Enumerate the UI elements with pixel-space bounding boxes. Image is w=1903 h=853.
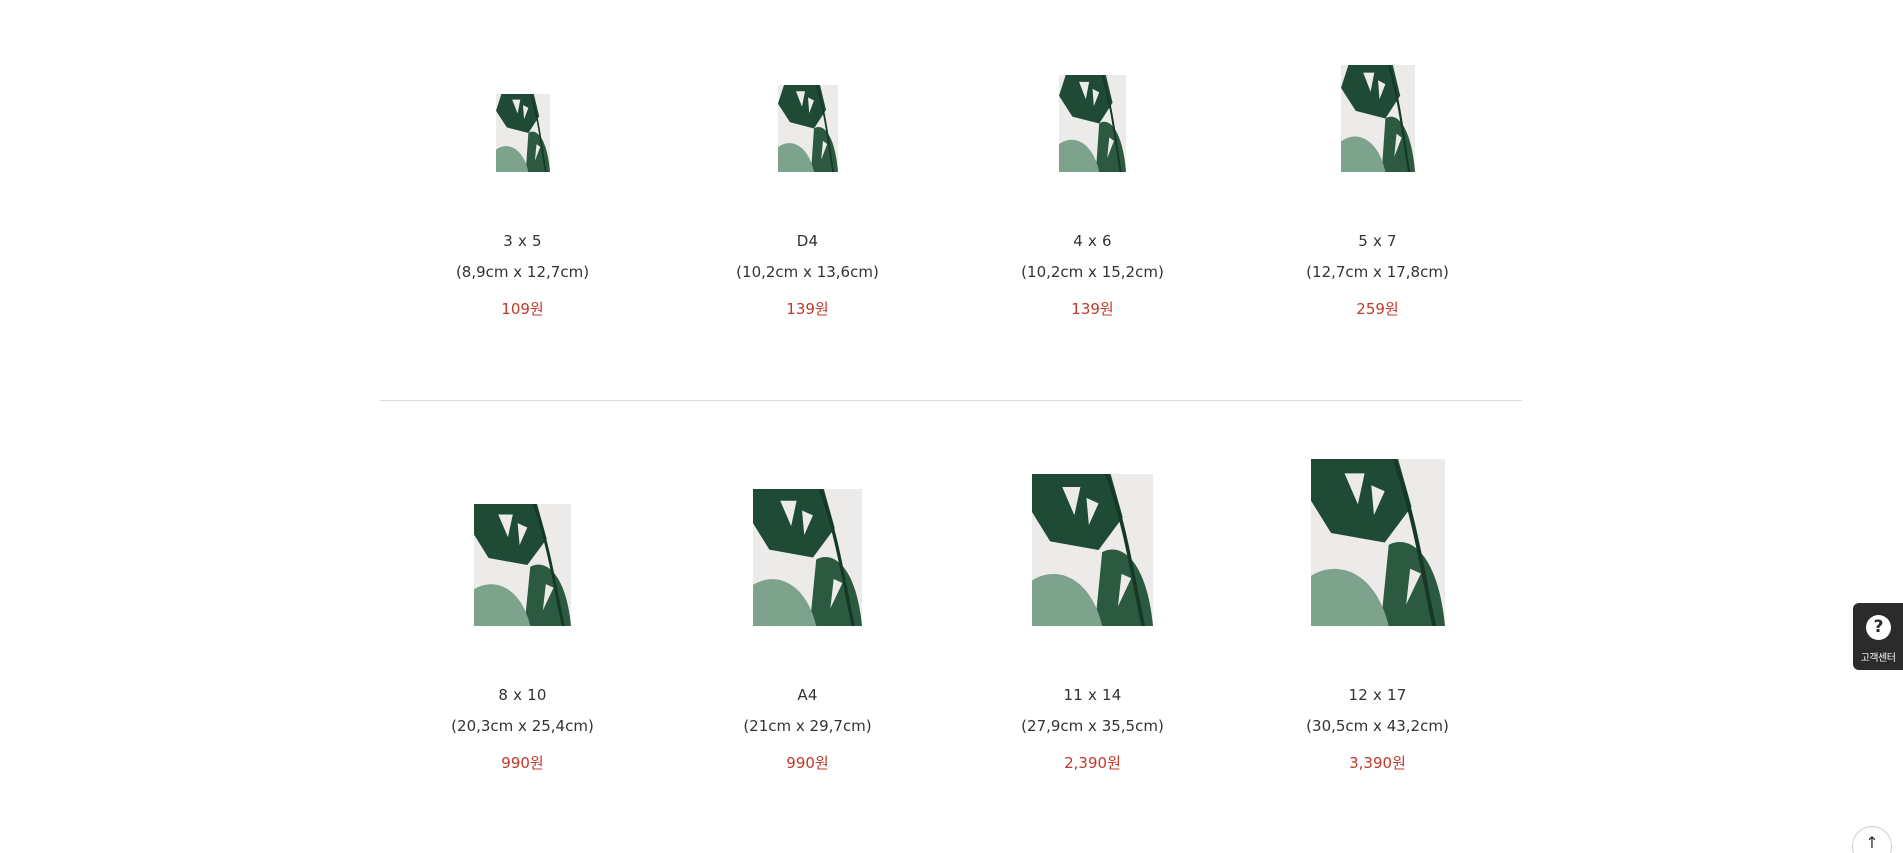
monstera-leaf-image <box>474 504 571 626</box>
product-card[interactable]: A4 (21cm x 29,7cm) 990원 <box>665 400 950 853</box>
size-name: D4 <box>796 232 819 250</box>
monstera-leaf-image <box>777 85 838 172</box>
price: 990원 <box>501 754 544 772</box>
size-name: 3 x 5 <box>503 232 542 250</box>
product-thumbnail[interactable] <box>777 85 838 172</box>
monstera-leaf-image <box>753 489 862 626</box>
size-name: 11 x 14 <box>1063 686 1122 704</box>
print-size-row-1: 3 x 5 (8,9cm x 12,7cm) 109원 D4 (10,2cm x… <box>380 0 1522 400</box>
size-name: 12 x 17 <box>1348 686 1407 704</box>
product-card[interactable]: 8 x 10 (20,3cm x 25,4cm) 990원 <box>380 400 665 853</box>
product-thumbnail[interactable] <box>1340 65 1415 172</box>
size-name: A4 <box>797 686 818 704</box>
thumb-wrap <box>950 0 1235 172</box>
monstera-leaf-image <box>1340 65 1415 172</box>
size-dimensions: (12,7cm x 17,8cm) <box>1306 263 1449 281</box>
size-dimensions: (8,9cm x 12,7cm) <box>455 263 590 281</box>
thumb-wrap <box>380 0 665 172</box>
price: 139원 <box>1071 300 1114 318</box>
thumb-wrap <box>1235 0 1520 172</box>
size-dimensions: (10,2cm x 15,2cm) <box>1021 263 1164 281</box>
product-card[interactable]: 3 x 5 (8,9cm x 12,7cm) 109원 <box>380 0 665 400</box>
price: 2,390원 <box>1064 754 1121 772</box>
product-thumbnail[interactable] <box>1310 459 1445 626</box>
product-card[interactable]: 5 x 7 (12,7cm x 17,8cm) 259원 <box>1235 0 1520 400</box>
product-card[interactable]: 12 x 17 (30,5cm x 43,2cm) 3,390원 <box>1235 400 1520 853</box>
size-dimensions: (21cm x 29,7cm) <box>743 717 872 735</box>
size-name: 5 x 7 <box>1358 232 1397 250</box>
price: 259원 <box>1356 300 1399 318</box>
thumb-wrap <box>665 400 950 626</box>
arrow-up-icon: ↑ <box>1865 833 1879 852</box>
monstera-leaf-image <box>495 94 550 172</box>
product-thumbnail[interactable] <box>1059 75 1126 172</box>
scroll-top-button[interactable]: ↑ <box>1852 826 1892 853</box>
monstera-leaf-image <box>1310 459 1445 626</box>
customer-center-label: 고객센터 <box>1860 653 1896 664</box>
size-dimensions: (10,2cm x 13,6cm) <box>736 263 879 281</box>
product-card[interactable]: 4 x 6 (10,2cm x 15,2cm) 139원 <box>950 0 1235 400</box>
size-name: 4 x 6 <box>1073 232 1112 250</box>
print-size-row-2: 8 x 10 (20,3cm x 25,4cm) 990원 A4 (21cm x… <box>380 400 1522 853</box>
size-dimensions: (27,9cm x 35,5cm) <box>1021 717 1164 735</box>
thumb-wrap <box>380 400 665 626</box>
size-dimensions: (20,3cm x 25,4cm) <box>451 717 594 735</box>
size-dimensions: (30,5cm x 43,2cm) <box>1306 717 1449 735</box>
price: 3,390원 <box>1349 754 1406 772</box>
question-icon: ? <box>1866 615 1891 640</box>
product-thumbnail[interactable] <box>1032 474 1153 626</box>
customer-center-button[interactable]: ? 고객센터 <box>1853 603 1903 670</box>
product-thumbnail[interactable] <box>474 504 571 626</box>
thumb-wrap <box>1235 400 1520 626</box>
price: 990원 <box>786 754 829 772</box>
thumb-wrap <box>665 0 950 172</box>
product-thumbnail[interactable] <box>495 94 550 172</box>
monstera-leaf-image <box>1032 474 1153 626</box>
thumb-wrap <box>950 400 1235 626</box>
size-name: 8 x 10 <box>498 686 547 704</box>
price: 139원 <box>786 300 829 318</box>
product-thumbnail[interactable] <box>753 489 862 626</box>
product-card[interactable]: 11 x 14 (27,9cm x 35,5cm) 2,390원 <box>950 400 1235 853</box>
product-card[interactable]: D4 (10,2cm x 13,6cm) 139원 <box>665 0 950 400</box>
monstera-leaf-image <box>1059 75 1126 172</box>
price: 109원 <box>501 300 544 318</box>
